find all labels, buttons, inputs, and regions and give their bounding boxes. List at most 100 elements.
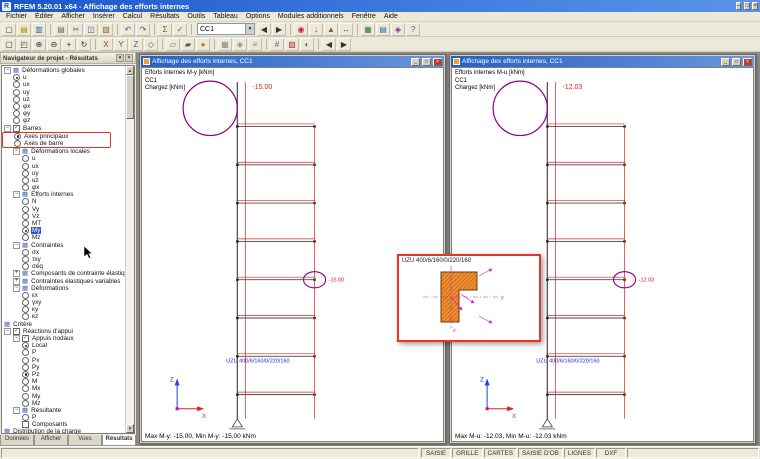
checkbox-checked-icon[interactable]: ✓ xyxy=(22,335,29,343)
status-toggle-cartes[interactable]: CARTES xyxy=(483,448,517,458)
window-title-bar[interactable]: Affichage des efforts internes, CC1 _ □ … xyxy=(141,56,444,67)
tree-item-d-formations-locales[interactable]: − ▦ Déformations locales xyxy=(2,148,125,156)
solid-model-icon[interactable]: ▰ xyxy=(181,37,195,51)
zoom-in-icon[interactable]: ⊕ xyxy=(32,37,46,51)
menu-calcul[interactable]: Calcul xyxy=(119,12,146,22)
guidelines-icon[interactable]: ≡ xyxy=(248,37,262,51)
radio-off-icon[interactable] xyxy=(22,263,29,271)
radio-off-icon[interactable] xyxy=(13,81,20,89)
maximize-button[interactable]: □ xyxy=(743,2,750,10)
tree-item-composants[interactable]: Composants xyxy=(2,421,125,429)
tree-item-pz[interactable]: Pz xyxy=(2,370,125,378)
menu-r-sultats[interactable]: Résultats xyxy=(146,12,183,22)
load-case-combobox[interactable]: CC1 ▼ xyxy=(197,23,255,35)
tree-item-n[interactable]: N xyxy=(2,198,125,206)
tables-icon[interactable]: ▦ xyxy=(361,22,375,36)
collapse-icon[interactable]: − xyxy=(13,335,20,343)
collapse-icon[interactable]: − xyxy=(13,148,20,156)
tree-item-py[interactable]: Py xyxy=(2,363,125,371)
view-x-icon[interactable]: X xyxy=(99,37,113,51)
tree-scrollbar[interactable]: ▲ ▼ xyxy=(125,66,134,433)
scroll-up-icon[interactable]: ▲ xyxy=(126,66,134,75)
tree-item-mt[interactable]: MT xyxy=(2,220,125,228)
copy-icon[interactable]: ◫ xyxy=(84,22,98,36)
tree-item-px[interactable]: Px xyxy=(2,356,125,364)
window-minimize-button[interactable]: _ xyxy=(411,57,420,66)
checkbox-icon[interactable] xyxy=(22,421,29,429)
radio-off-icon[interactable] xyxy=(22,234,29,242)
tab-donn-es[interactable]: Données xyxy=(0,435,34,446)
tree-item-uy[interactable]: uy xyxy=(2,88,125,96)
window-title-bar[interactable]: Affichage des efforts internes, CC1 _ □ … xyxy=(451,56,754,67)
tree-item-x[interactable]: φx xyxy=(2,103,125,111)
status-toggle-grille[interactable]: GRILLE xyxy=(452,448,483,458)
previous-load-case-icon[interactable]: ◀ xyxy=(257,22,271,36)
display-colors-icon[interactable]: ▨ xyxy=(285,37,299,51)
tree-item-z[interactable]: κz xyxy=(2,313,125,321)
radio-on-icon[interactable] xyxy=(22,227,29,235)
check-icon[interactable]: ✓ xyxy=(173,22,187,36)
menu-tableau[interactable]: Tableau xyxy=(209,12,242,22)
next-load-case-icon[interactable]: ▶ xyxy=(272,22,286,36)
radio-off-icon[interactable] xyxy=(22,378,29,386)
tree-item-ux[interactable]: ux xyxy=(2,81,125,89)
scroll-thumb[interactable] xyxy=(126,75,134,119)
calculate-icon[interactable]: Σ xyxy=(158,22,172,36)
radio-off-icon[interactable] xyxy=(22,414,29,422)
collapse-icon[interactable]: − xyxy=(13,406,20,414)
menu-aide[interactable]: Aide xyxy=(380,12,402,22)
supports-icon[interactable]: ▲ xyxy=(324,22,338,36)
radio-off-icon[interactable] xyxy=(13,103,20,111)
radio-off-icon[interactable] xyxy=(22,313,29,321)
previous-view-icon[interactable]: ◀ xyxy=(322,37,336,51)
tree-item-mz[interactable]: Mz xyxy=(2,234,125,242)
chevron-down-icon[interactable]: ▼ xyxy=(245,24,254,34)
tree-item-x[interactable]: φx xyxy=(2,184,125,192)
tree-item-q[interactable]: σéq xyxy=(2,263,125,271)
window-close-button[interactable]: × xyxy=(743,57,752,66)
tree-item-local[interactable]: Local xyxy=(2,342,125,350)
print-icon[interactable]: ▤ xyxy=(54,22,68,36)
save-icon[interactable]: ▥ xyxy=(32,22,46,36)
visibility-icon[interactable]: ◐ xyxy=(300,37,314,51)
window-minimize-button[interactable]: _ xyxy=(721,57,730,66)
tree-item-y[interactable]: κy xyxy=(2,306,125,314)
tree-item-mx[interactable]: Mx xyxy=(2,385,125,393)
tree-item-xy[interactable]: τxy xyxy=(2,255,125,263)
tree-item-appuis-nodaux[interactable]: − ✓ Appuis nodaux xyxy=(2,335,125,343)
tree-item-axes-principaux[interactable]: Axes principaux xyxy=(3,132,110,140)
tree-item-p[interactable]: P xyxy=(2,349,125,357)
tree-item-distribution-de-la-charge[interactable]: ▦ Distribution de la charge xyxy=(2,428,125,433)
show-results-icon[interactable]: ◉ xyxy=(294,22,308,36)
window-restore-button[interactable]: □ xyxy=(422,57,431,66)
radio-off-icon[interactable] xyxy=(22,306,29,314)
checkbox-checked-icon[interactable]: ✓ xyxy=(13,124,20,132)
tree-item-r-actions-d-appui[interactable]: − ✓ Réactions d'appui xyxy=(2,327,125,335)
zoom-out-icon[interactable]: ⊖ xyxy=(47,37,61,51)
view-isometric-icon[interactable]: ◇ xyxy=(144,37,158,51)
radio-on-icon[interactable] xyxy=(13,74,20,82)
undo-icon[interactable]: ↶ xyxy=(121,22,135,36)
radio-off-icon[interactable] xyxy=(13,95,20,103)
menu-outils[interactable]: Outils xyxy=(183,12,209,22)
menu-ins-rer[interactable]: Insérer xyxy=(89,12,119,22)
tree-item-crit-re[interactable]: ▦ Critère xyxy=(2,321,125,328)
loads-icon[interactable]: ↓ xyxy=(309,22,323,36)
tree-item-uy[interactable]: uy xyxy=(2,169,125,177)
tree-item-contraintes[interactable]: − ▦ Contraintes xyxy=(2,241,125,249)
radio-off-icon[interactable] xyxy=(22,212,29,220)
radio-off-icon[interactable] xyxy=(22,291,29,299)
radio-off-icon[interactable] xyxy=(22,205,29,213)
add-on-modules-icon[interactable]: ◈ xyxy=(391,22,405,36)
tab-vues[interactable]: Vues xyxy=(68,435,102,446)
radio-off-icon[interactable] xyxy=(22,198,29,206)
tree-item-uz[interactable]: uz xyxy=(2,95,125,103)
radio-on-icon[interactable] xyxy=(22,342,29,350)
tree-item-d-formations-globales[interactable]: − ▦ Déformations globales xyxy=(2,67,125,75)
menu-fen-tre[interactable]: Fenêtre xyxy=(348,12,380,22)
status-toggle-lignes[interactable]: LIGNES xyxy=(563,448,595,458)
radio-off-icon[interactable] xyxy=(22,155,29,163)
rotate-view-icon[interactable]: ↻ xyxy=(77,37,91,51)
pan-icon[interactable]: + xyxy=(62,37,76,51)
radio-off-icon[interactable] xyxy=(13,117,20,125)
